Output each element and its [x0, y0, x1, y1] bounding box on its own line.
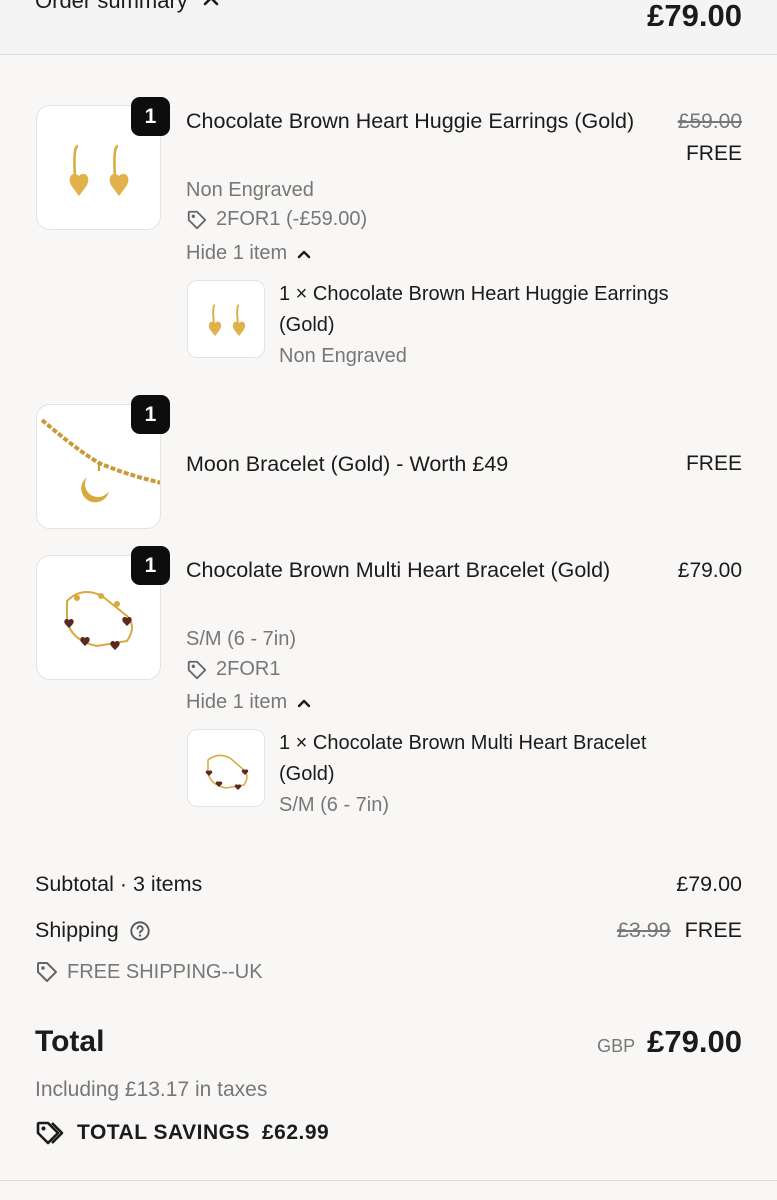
chevron-up-icon [297, 699, 311, 707]
savings-label: TOTAL SAVINGS [77, 1121, 250, 1144]
item-price: £59.00 FREE [678, 110, 742, 166]
quantity-badge: 1 [131, 97, 170, 136]
shipping-label: Shipping [35, 918, 119, 942]
hide-items-toggle[interactable]: Hide 1 item [186, 691, 311, 714]
order-summary-toggle[interactable]: Order summary [35, 0, 220, 14]
total-savings: TOTAL SAVINGS £62.99 [35, 1119, 329, 1147]
subtotal-value: £79.00 [676, 872, 742, 896]
tags-icon [36, 1121, 64, 1145]
tag-icon [187, 660, 207, 679]
header-total: £79.00 [647, 0, 742, 33]
bundle-item-image [187, 280, 265, 358]
order-summary-header: Order summary £79.00 [0, 0, 777, 55]
shipping-row: Shipping £3.99 FREE [35, 918, 742, 943]
chevron-up-icon [203, 0, 219, 6]
chevron-up-icon [297, 250, 311, 258]
item-title: Chocolate Brown Multi Heart Bracelet (Go… [186, 558, 611, 582]
quantity-badge: 1 [131, 395, 170, 434]
total-label: Total [35, 1025, 105, 1058]
bundle-item-title: 1 × Chocolate Brown Heart Huggie Earring… [279, 283, 669, 336]
subtotal-row: Subtotal · 3 items £79.00 [35, 872, 742, 897]
shipping-discount: FREE SHIPPING--UK [35, 960, 263, 984]
shipping-original: £3.99 [616, 918, 671, 942]
taxes-note: Including £13.17 in taxes [35, 1078, 268, 1101]
total-value: £79.00 [647, 1024, 742, 1059]
original-price: £59.00 [677, 110, 742, 133]
tag-icon [37, 962, 57, 982]
item-title: Moon Bracelet (Gold) - Worth £49 [186, 452, 509, 476]
quantity-badge: 1 [131, 546, 170, 585]
item-variant: S/M (6 - 7in) [186, 628, 297, 650]
bundle-item-image [187, 729, 265, 807]
help-circle-icon[interactable] [129, 920, 151, 942]
total-row: Total GBP £79.00 [35, 1024, 742, 1060]
bundle-item-variant: Non Engraved [279, 345, 407, 367]
savings-value: £62.99 [261, 1121, 330, 1144]
item-variant: Non Engraved [186, 179, 314, 201]
shipping-value: FREE [684, 918, 742, 942]
item-discount: 2FOR1 (-£59.00) [186, 208, 367, 231]
bundle-item-title: 1 × Chocolate Brown Multi Heart Bracelet… [279, 732, 647, 785]
item-price: FREE [685, 452, 742, 475]
currency-code: GBP [597, 1035, 636, 1056]
current-price: FREE [685, 142, 742, 165]
hide-items-toggle[interactable]: Hide 1 item [186, 242, 311, 265]
order-summary-label: Order summary [35, 0, 188, 13]
item-price: £79.00 [677, 559, 742, 582]
bundle-item-variant: S/M (6 - 7in) [279, 794, 390, 816]
divider [0, 1180, 777, 1181]
subtotal-label: Subtotal · 3 items [35, 872, 203, 896]
item-title: Chocolate Brown Heart Huggie Earrings (G… [186, 109, 635, 133]
item-discount: 2FOR1 [186, 658, 280, 681]
tag-icon [187, 210, 207, 229]
